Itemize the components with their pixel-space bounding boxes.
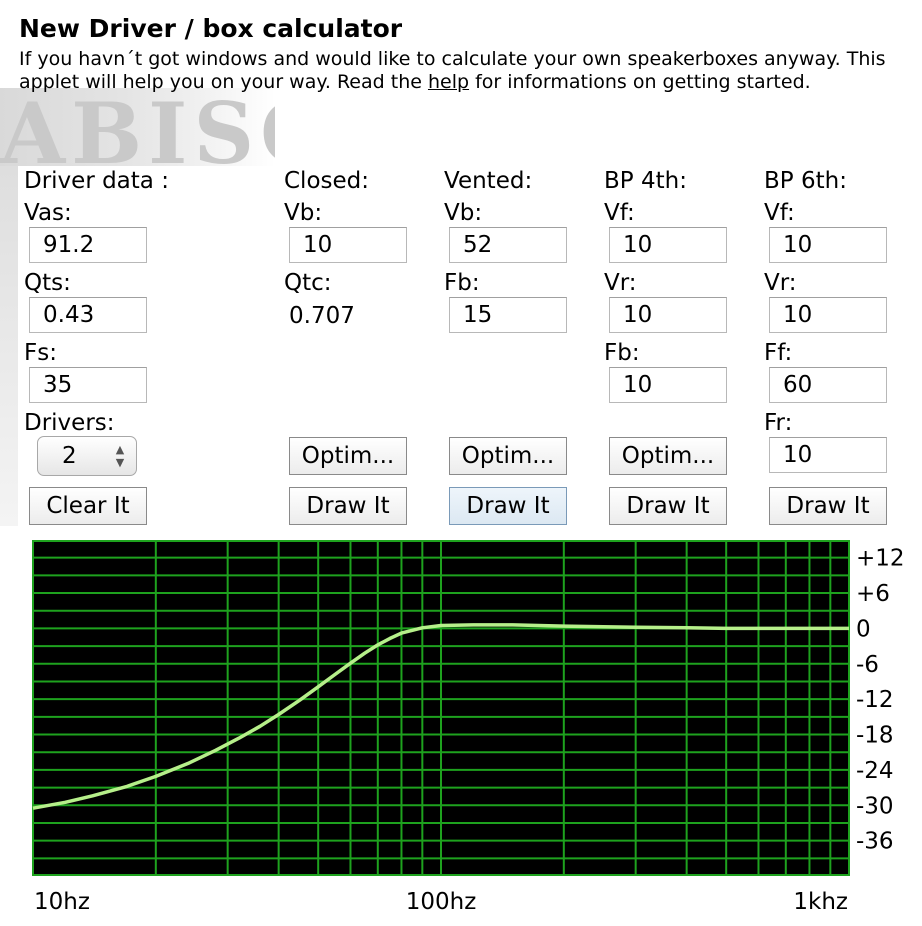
bp4-optimize-button[interactable]: Optim... — [609, 437, 727, 475]
stepper-arrows-icon[interactable]: ▲ ▼ — [113, 443, 127, 469]
closed-draw-button[interactable]: Draw It — [289, 487, 407, 525]
vented-heading: Vented: — [444, 168, 533, 194]
driver-data-heading: Driver data : — [24, 168, 169, 194]
y-tick-label: -30 — [856, 793, 894, 819]
vented-fb-field[interactable]: 15 — [449, 297, 567, 333]
bp6-fr-label: Fr: — [764, 410, 793, 436]
bp4-heading: BP 4th: — [604, 168, 687, 194]
bp6-vf-field[interactable]: 10 — [769, 227, 887, 263]
closed-vb-field[interactable]: 10 — [289, 227, 407, 263]
bp6-vr-label: Vr: — [764, 270, 797, 296]
bp6-vf-label: Vf: — [764, 200, 795, 226]
y-tick-label: +6 — [856, 581, 890, 607]
bp6-heading: BP 6th: — [764, 168, 847, 194]
fs-field[interactable]: 35 — [29, 367, 147, 403]
background-logo: ABISO — [0, 88, 275, 166]
qtc-label: Qtc: — [284, 270, 332, 296]
qtc-value: 0.707 — [289, 303, 355, 329]
y-tick-label: -12 — [856, 687, 894, 713]
y-tick-label: -36 — [856, 829, 894, 855]
intro-text: If you havn´t got windows and would like… — [19, 48, 919, 94]
vented-draw-button[interactable]: Draw It — [449, 487, 567, 525]
closed-optimize-button[interactable]: Optim... — [289, 437, 407, 475]
vented-vb-label: Vb: — [444, 200, 483, 226]
bp6-fr-field[interactable]: 10 — [769, 437, 887, 473]
vented-fb-label: Fb: — [444, 270, 480, 296]
y-tick-label: -18 — [856, 723, 894, 749]
bp4-vr-label: Vr: — [604, 270, 637, 296]
bp4-vf-label: Vf: — [604, 200, 635, 226]
y-tick-label: -24 — [856, 758, 894, 784]
response-graph: +12 +6 0 -6 -12 -18 -24 -30 -36 10hz 100hz 1khz — [32, 540, 922, 926]
bp6-ff-field[interactable]: 60 — [769, 367, 887, 403]
qts-field[interactable]: 0.43 — [29, 297, 147, 333]
x-tick-label: 100hz — [406, 889, 477, 915]
y-tick-label: -6 — [856, 652, 879, 678]
bp6-vr-field[interactable]: 10 — [769, 297, 887, 333]
intro-text-end: for informations on getting started. — [469, 71, 811, 93]
clear-button[interactable]: Clear It — [29, 487, 147, 525]
response-graph-svg: +12 +6 0 -6 -12 -18 -24 -30 -36 10hz 100hz 1khz — [32, 540, 905, 915]
vented-vb-field[interactable]: 52 — [449, 227, 567, 263]
bp4-fb-label: Fb: — [604, 340, 640, 366]
closed-vb-label: Vb: — [284, 200, 323, 226]
bp4-vf-field[interactable]: 10 — [609, 227, 727, 263]
bp6-draw-button[interactable]: Draw It — [769, 487, 887, 525]
calculator-panel: Driver data : Vas: 91.2 Qts: 0.43 Fs: 35… — [18, 166, 922, 528]
vas-field[interactable]: 91.2 — [29, 227, 147, 263]
bp4-draw-button[interactable]: Draw It — [609, 487, 727, 525]
x-tick-label: 1khz — [793, 889, 848, 915]
drivers-stepper[interactable]: 2 ▲ ▼ — [37, 436, 137, 476]
fs-label: Fs: — [24, 340, 57, 366]
y-tick-label: +12 — [856, 546, 905, 572]
drivers-label: Drivers: — [24, 410, 115, 436]
closed-heading: Closed: — [284, 168, 370, 194]
page-title: New Driver / box calculator — [19, 14, 403, 43]
bp4-fb-field[interactable]: 10 — [609, 367, 727, 403]
x-tick-label: 10hz — [34, 889, 90, 915]
vas-label: Vas: — [24, 200, 72, 226]
background-strip — [0, 166, 18, 526]
vented-optimize-button[interactable]: Optim... — [449, 437, 567, 475]
drivers-value: 2 — [62, 443, 77, 469]
bp4-vr-field[interactable]: 10 — [609, 297, 727, 333]
y-tick-label: 0 — [856, 616, 871, 642]
bp6-ff-label: Ff: — [764, 340, 793, 366]
qts-label: Qts: — [24, 270, 71, 296]
help-link[interactable]: help — [428, 71, 469, 93]
